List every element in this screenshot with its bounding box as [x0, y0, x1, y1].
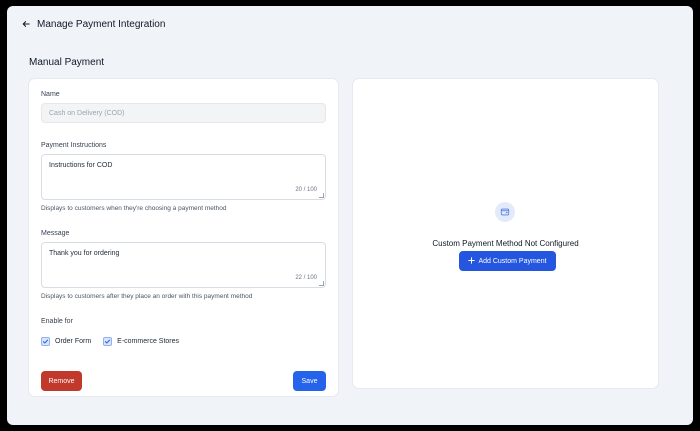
resize-handle-icon[interactable] [319, 193, 324, 198]
enable-for-label: Enable for [41, 318, 73, 325]
wallet-icon [495, 202, 515, 222]
name-placeholder: Cash on Delivery (COD) [49, 109, 125, 117]
message-count: 22 / 100 [295, 275, 317, 281]
ecommerce-stores-checkbox[interactable]: E-commerce Stores [103, 337, 179, 346]
section-title: Manual Payment [29, 57, 105, 68]
header: Manage Payment Integration [21, 17, 165, 31]
message-label: Message [41, 230, 70, 237]
add-custom-payment-label: Add Custom Payment [478, 257, 547, 265]
check-icon[interactable] [103, 337, 113, 346]
name-input[interactable]: Cash on Delivery (COD) [41, 103, 326, 123]
name-label: Name [41, 91, 60, 98]
enable-for-options: Order Form E-commerce Stores [41, 337, 179, 346]
arrow-left-icon[interactable] [21, 19, 31, 29]
ecommerce-stores-label: E-commerce Stores [117, 338, 180, 345]
empty-state-title: Custom Payment Method Not Configured [432, 239, 579, 248]
page-title: Manage Payment Integration [37, 18, 166, 30]
payment-instructions-value: Instructions for COD [49, 162, 113, 169]
remove-button[interactable]: Remove [41, 371, 82, 391]
manual-payment-card: Name Cash on Delivery (COD) Payment Inst… [29, 79, 338, 396]
payment-instructions-help: Displays to customers when they're choos… [41, 205, 227, 212]
payment-instructions-label: Payment Instructions [41, 142, 107, 149]
message-value: Thank you for ordering [49, 250, 120, 257]
check-icon[interactable] [41, 337, 50, 346]
message-help: Displays to customers after they place a… [41, 293, 253, 300]
order-form-checkbox[interactable]: Order Form [41, 337, 91, 346]
order-form-label: Order Form [55, 338, 92, 345]
app-frame: Manage Payment Integration Manual Paymen… [7, 6, 693, 425]
add-custom-payment-button[interactable]: Add Custom Payment [459, 251, 556, 271]
save-button[interactable]: Save [293, 371, 326, 391]
payment-instructions-count: 20 / 100 [295, 187, 317, 193]
plus-icon [468, 256, 476, 266]
payment-instructions-textarea[interactable]: Instructions for COD 20 / 100 [41, 154, 326, 200]
resize-handle-icon[interactable] [319, 281, 324, 286]
message-textarea[interactable]: Thank you for ordering 22 / 100 [41, 242, 326, 288]
custom-payment-card: Custom Payment Method Not Configured Add… [353, 79, 658, 388]
